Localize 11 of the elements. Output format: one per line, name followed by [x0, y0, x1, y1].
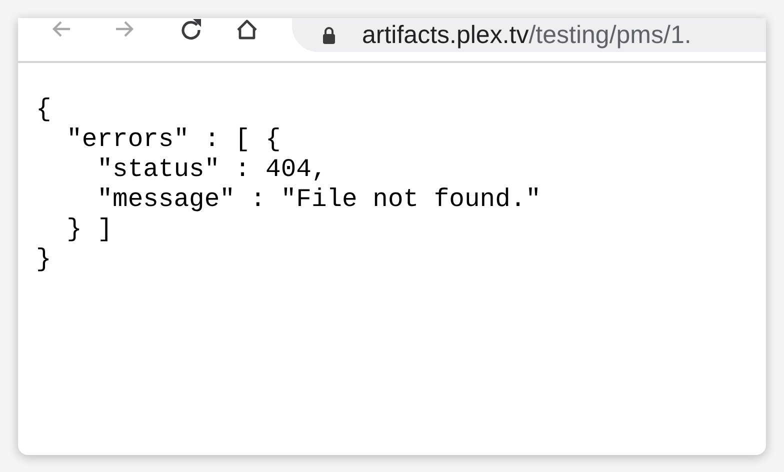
code-line: "status" : 404, — [96, 155, 327, 185]
code-line: "errors" : [ { — [66, 125, 281, 155]
code-line: { — [36, 95, 52, 125]
lock-icon — [322, 26, 336, 44]
url-text: artifacts.plex.tv/testing/pms/1. — [362, 22, 692, 48]
address-bar[interactable]: artifacts.plex.tv/testing/pms/1. — [292, 18, 766, 52]
code-line: } — [36, 245, 52, 275]
home-icon — [235, 18, 259, 40]
reload-icon — [179, 18, 203, 40]
code-line: } ] — [66, 215, 113, 245]
code-line: "message" : "File not found." — [96, 185, 541, 215]
